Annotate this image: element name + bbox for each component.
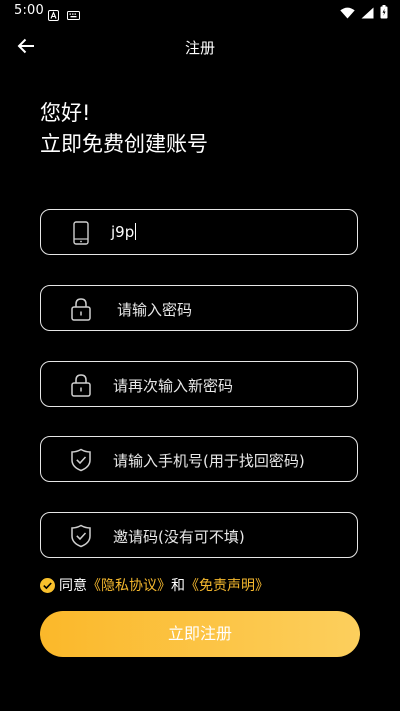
text-caret [135,223,137,240]
status-time: 5:00 [14,3,44,18]
check-circle-icon[interactable] [40,577,55,593]
invite-code-placeholder: 邀请码(没有可不填) [113,528,245,546]
shield-check-icon [69,523,93,549]
status-right-icons [340,4,388,23]
disclaimer-link[interactable]: 《免责声明》 [185,575,269,595]
privacy-agreement-link[interactable]: 《隐私协议》 [87,575,171,595]
page-title: 注册 [184,39,215,57]
phone-icon [69,220,93,246]
agreement-row: 同意 《隐私协议》 和 《免责声明》 [40,575,269,595]
app-bar: 注册 [0,28,400,68]
keyboard-icon [67,6,80,25]
phone-input-value[interactable]: j9p [111,223,137,241]
agreement-prefix: 同意 [59,578,87,594]
greeting-line-2: 立即免费创建账号 [40,132,208,156]
greeting-line-1: 您好! [40,101,91,125]
battery-icon [380,4,388,23]
recovery-phone-field[interactable]: 请输入手机号(用于找回密码) [40,436,358,482]
signal-icon [361,4,374,23]
confirm-password-placeholder: 请再次输入新密码 [113,377,234,395]
lock-icon [69,296,93,322]
password-field[interactable]: 请输入密码 [40,285,358,331]
shield-check-icon [69,447,93,473]
status-bar: 5:00 [0,0,400,24]
wifi-icon [340,4,355,23]
register-button[interactable]: 立即注册 [40,611,360,657]
recovery-phone-placeholder: 请输入手机号(用于找回密码) [113,452,305,470]
lock-icon [69,372,93,398]
agreement-conjunction: 和 [171,578,185,594]
phone-field[interactable]: j9p [40,209,358,255]
greeting: 您好! 立即免费创建账号 [40,98,208,160]
password-placeholder: 请输入密码 [117,301,193,319]
invite-code-field[interactable]: 邀请码(没有可不填) [40,512,358,558]
confirm-password-field[interactable]: 请再次输入新密码 [40,361,358,407]
notification-a-icon [48,6,59,25]
status-left-icons [48,6,80,25]
